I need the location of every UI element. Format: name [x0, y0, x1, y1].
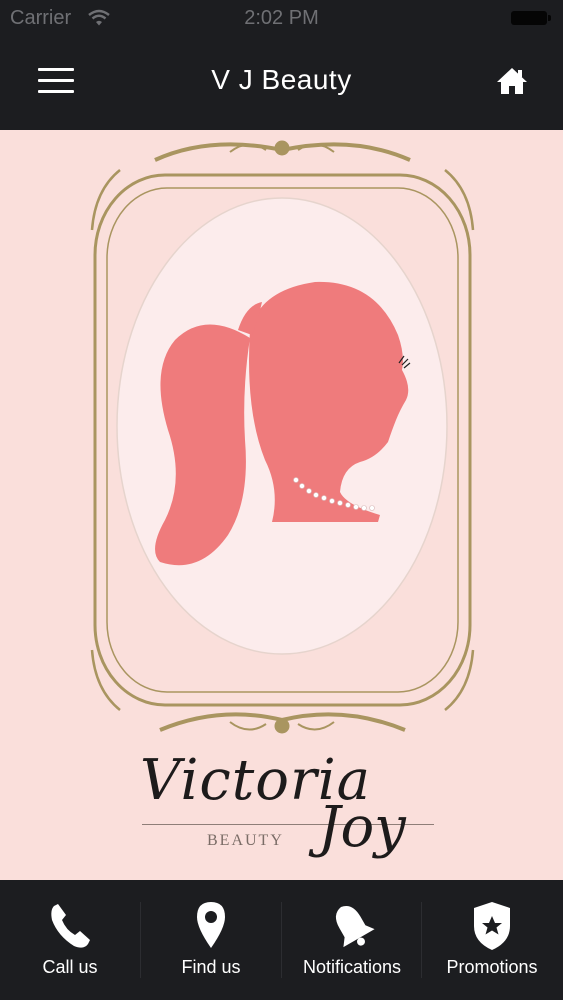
tab-label: Find us: [181, 957, 241, 977]
tab-bar: Call us Find us Notifications Promotions: [0, 880, 563, 1000]
brand-joy: Joy: [318, 795, 406, 860]
tab-notifications[interactable]: Notifications: [282, 880, 422, 1000]
status-time: 2:02 PM: [244, 7, 319, 29]
battery-icon: [511, 11, 551, 25]
star-badge-icon: [474, 902, 510, 950]
home-icon[interactable]: [496, 65, 528, 97]
tab-find-us[interactable]: Find us: [141, 880, 281, 1000]
brand-subtitle: BEAUTY: [207, 832, 284, 849]
map-pin-icon: [197, 902, 225, 948]
navigation-bar: V J Beauty: [0, 38, 563, 130]
tab-label: Call us: [42, 957, 98, 977]
tab-label: Promotions: [446, 957, 538, 977]
hero-banner: Victoria Joy BEAUTY: [0, 130, 563, 880]
tab-promotions[interactable]: Promotions: [422, 880, 562, 1000]
bell-icon: [335, 905, 375, 948]
tab-label: Notifications: [302, 957, 402, 977]
status-bar: Carrier 2:02 PM: [0, 0, 563, 38]
phone-icon: [51, 904, 90, 948]
app-title: V J Beauty: [211, 64, 352, 95]
tab-call-us[interactable]: Call us: [0, 880, 140, 1000]
